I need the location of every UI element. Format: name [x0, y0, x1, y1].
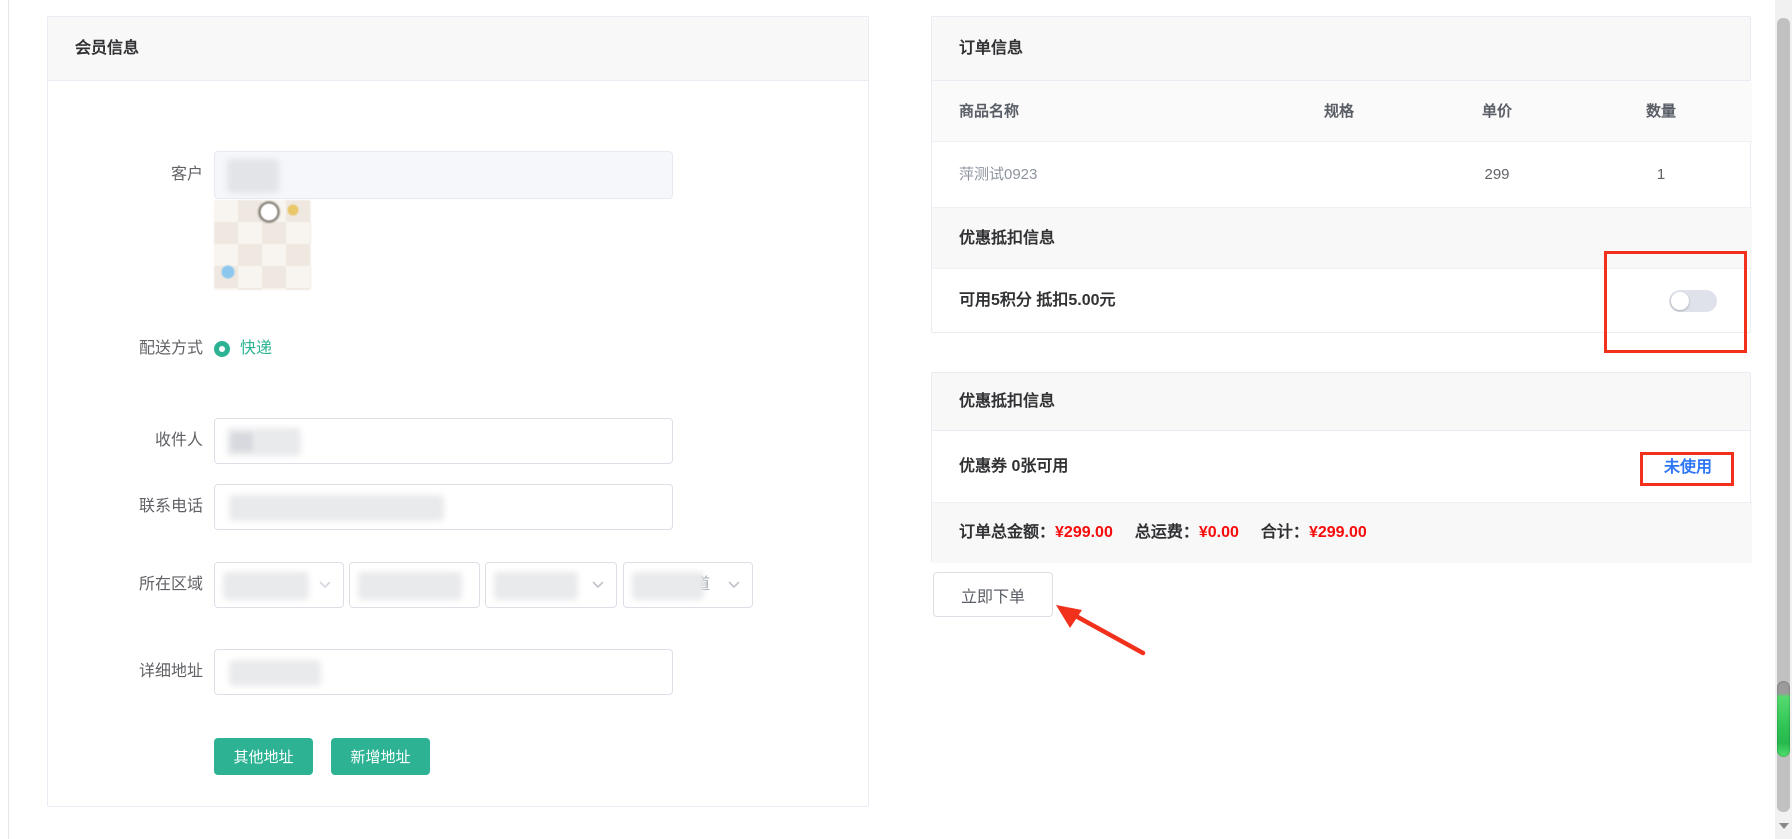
region-select-district[interactable] [485, 562, 617, 608]
scroll-progress-indicator [1777, 681, 1790, 757]
col-spec: 规格 [1289, 81, 1389, 142]
summary-total-value: ¥299.00 [1055, 524, 1113, 541]
product-price-cell: 299 [1447, 142, 1547, 208]
delivery-method-label: 配送方式 [48, 333, 203, 365]
summary-grand-total-label: 合计： [1261, 524, 1309, 541]
redacted-street-value [632, 572, 704, 600]
left-edge-divider [8, 0, 9, 839]
redacted-address-value [229, 660, 321, 686]
col-quantity: 数量 [1611, 81, 1711, 142]
order-card-header: 订单信息 [932, 17, 1750, 81]
add-address-button[interactable]: 新增地址 [331, 738, 430, 775]
coupon-row: 优惠券 0张可用 未使用 [932, 431, 1752, 503]
redacted-province-value [223, 572, 309, 600]
customer-label: 客户 [48, 151, 203, 199]
address-label: 详细地址 [48, 649, 203, 695]
points-text: 可用5积分 抵扣5.00元 [959, 269, 1116, 333]
address-input[interactable] [214, 649, 673, 695]
redacted-district-value [494, 572, 578, 600]
coupon-card-title: 优惠抵扣信息 [959, 373, 1055, 430]
annotation-box-toggle [1604, 251, 1747, 353]
coupon-text: 优惠券 0张可用 [959, 431, 1068, 503]
customer-avatar [214, 200, 311, 290]
redacted-city-value [358, 572, 462, 600]
summary-total-label: 订单总金额： [959, 524, 1055, 541]
order-table-row: 萍测试0923 299 1 [932, 142, 1752, 208]
region-select-city[interactable] [349, 562, 480, 608]
coupon-card-header: 优惠抵扣信息 [932, 373, 1750, 431]
region-select-street[interactable]: 道 [623, 562, 753, 608]
member-card-header: 会员信息 [48, 17, 868, 81]
order-card-title: 订单信息 [959, 17, 1023, 80]
chevron-down-icon [728, 581, 740, 589]
member-info-card: 会员信息 客户 配送方式 快递 收件人 联系电话 所在区域 [47, 16, 869, 807]
summary-grand-total-value: ¥299.00 [1309, 524, 1367, 541]
radio-express-icon[interactable] [214, 341, 230, 357]
order-table-header-row: 商品名称 规格 单价 数量 [932, 81, 1752, 142]
chevron-down-icon [592, 581, 604, 589]
phone-input[interactable] [214, 484, 673, 530]
product-qty-cell: 1 [1611, 142, 1711, 208]
product-name-cell: 萍测试0923 [959, 142, 1037, 208]
recipient-input[interactable] [214, 418, 673, 464]
page: 会员信息 客户 配送方式 快递 收件人 联系电话 所在区域 [0, 0, 1792, 839]
coupon-card: 优惠抵扣信息 优惠券 0张可用 未使用 订单总金额：¥299.00总运费：¥0.… [931, 372, 1751, 563]
chevron-down-icon [319, 581, 331, 589]
summary-shipping-label: 总运费： [1135, 524, 1199, 541]
customer-input[interactable] [214, 151, 673, 199]
region-select-province[interactable] [214, 562, 344, 608]
place-order-button[interactable]: 立即下单 [933, 572, 1053, 617]
member-card-title: 会员信息 [75, 17, 139, 80]
redacted-recipient-char [231, 433, 253, 451]
radio-express-label[interactable]: 快递 [240, 333, 272, 365]
recipient-label: 收件人 [48, 418, 203, 464]
scrollbar-down-arrow-icon[interactable] [1779, 823, 1789, 829]
other-address-button[interactable]: 其他地址 [214, 738, 313, 775]
annotation-box-coupon-status [1640, 452, 1734, 486]
phone-label: 联系电话 [48, 484, 203, 530]
redacted-customer-value [227, 159, 279, 193]
redacted-phone-value [229, 495, 444, 521]
col-product-name: 商品名称 [959, 81, 1019, 142]
col-unit-price: 单价 [1447, 81, 1547, 142]
summary-shipping-value: ¥0.00 [1199, 524, 1239, 541]
discount-section-title: 优惠抵扣信息 [959, 208, 1055, 269]
annotation-arrow [1046, 597, 1156, 663]
region-label: 所在区域 [48, 562, 203, 608]
order-summary-row: 订单总金额：¥299.00总运费：¥0.00合计：¥299.00 [932, 503, 1752, 563]
